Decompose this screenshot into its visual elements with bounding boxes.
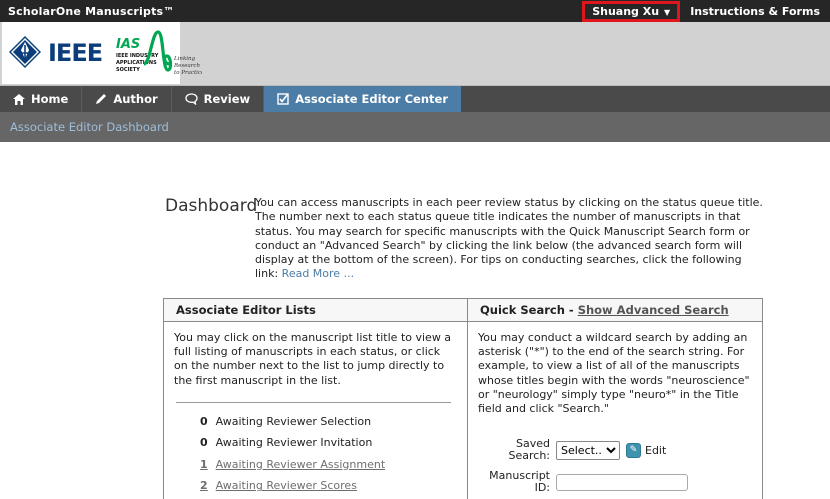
saved-search-label: Saved Search: bbox=[478, 438, 556, 463]
manuscript-id-row: Manuscript ID: bbox=[478, 470, 752, 495]
queue-awaiting-reviewer-invitation: 0 Awaiting Reviewer Invitation bbox=[200, 436, 457, 449]
tab-label: Author bbox=[113, 92, 157, 106]
queue-awaiting-reviewer-selection: 0 Awaiting Reviewer Selection bbox=[200, 415, 457, 428]
journal-logo: IEEE IAS IEEE INDUSTRY APPLICATIONS SOCI… bbox=[2, 22, 180, 84]
read-more-link[interactable]: Read More ... bbox=[282, 267, 354, 280]
svg-text:SOCIETY: SOCIETY bbox=[116, 67, 140, 73]
app-title: ScholarOne Manuscripts™ bbox=[8, 5, 175, 18]
tab-label: Associate Editor Center bbox=[295, 92, 448, 106]
lists-panel-description: You may click on the manuscript list tit… bbox=[174, 331, 457, 388]
edit-label: Edit bbox=[645, 444, 666, 457]
dashboard-intro-text: You can access manuscripts in each peer … bbox=[255, 196, 763, 282]
list-divider bbox=[176, 402, 451, 403]
quick-search-form: Saved Search: Select... ✎ Edit Manuscrip… bbox=[478, 438, 752, 499]
instructions-forms-link[interactable]: Instructions & Forms bbox=[690, 5, 822, 18]
top-bar-right: Shuang Xu ▼ Instructions & Forms bbox=[582, 1, 822, 22]
ias-logo: IAS IEEE INDUSTRY APPLICATIONS SOCIETY L… bbox=[114, 26, 202, 80]
quick-search-description: You may conduct a wildcard search by add… bbox=[478, 331, 752, 417]
queue-label: Awaiting Reviewer Selection bbox=[216, 415, 371, 428]
user-name: Shuang Xu bbox=[592, 5, 659, 18]
show-advanced-search-link[interactable]: Show Advanced Search bbox=[578, 303, 729, 317]
queue-count: 0 bbox=[200, 415, 208, 428]
ieee-logo-text: IEEE bbox=[48, 39, 102, 67]
tab-home[interactable]: Home bbox=[0, 86, 82, 112]
associate-editor-lists-panel: You may click on the manuscript list tit… bbox=[164, 321, 468, 499]
svg-text:APPLICATIONS: APPLICATIONS bbox=[116, 60, 157, 66]
saved-search-row: Saved Search: Select... ✎ Edit bbox=[478, 438, 752, 463]
queue-label[interactable]: Awaiting Reviewer Assignment bbox=[216, 458, 386, 471]
speech-bubble-icon bbox=[185, 93, 198, 105]
queue-label: Awaiting Reviewer Invitation bbox=[216, 436, 373, 449]
logo-bar: IEEE IAS IEEE INDUSTRY APPLICATIONS SOCI… bbox=[0, 22, 830, 86]
tab-review[interactable]: Review bbox=[172, 86, 265, 112]
queue-count[interactable]: 2 bbox=[200, 479, 208, 492]
home-icon bbox=[13, 94, 25, 105]
saved-search-select[interactable]: Select... bbox=[556, 441, 620, 460]
queue-count[interactable]: 1 bbox=[200, 458, 208, 471]
tab-author[interactable]: Author bbox=[82, 86, 171, 112]
tab-associate-editor-center[interactable]: Associate Editor Center bbox=[264, 86, 461, 112]
lists-panel-title: Associate Editor Lists bbox=[176, 303, 316, 317]
breadcrumb[interactable]: Associate Editor Dashboard bbox=[10, 120, 169, 134]
top-bar: ScholarOne Manuscripts™ Shuang Xu ▼ Inst… bbox=[0, 0, 830, 22]
edit-saved-search-button[interactable]: ✎ Edit bbox=[626, 443, 666, 458]
queue-count: 0 bbox=[200, 436, 208, 449]
queue-awaiting-reviewer-assignment[interactable]: 1 Awaiting Reviewer Assignment bbox=[200, 458, 457, 471]
edit-pencil-icon: ✎ bbox=[626, 443, 641, 458]
chevron-down-icon: ▼ bbox=[664, 8, 670, 17]
svg-text:IEEE INDUSTRY: IEEE INDUSTRY bbox=[116, 53, 159, 59]
quick-search-title: Quick Search - bbox=[480, 303, 574, 317]
svg-text:Linking: Linking bbox=[173, 56, 196, 62]
user-menu[interactable]: Shuang Xu ▼ bbox=[582, 1, 680, 22]
svg-text:IAS: IAS bbox=[116, 37, 140, 52]
queue-list: 0 Awaiting Reviewer Selection 0 Awaiting R… bbox=[200, 415, 457, 499]
panel-body-row: You may click on the manuscript list tit… bbox=[164, 321, 763, 499]
quick-search-panel: You may conduct a wildcard search by add… bbox=[468, 321, 763, 499]
manuscript-id-input[interactable] bbox=[556, 474, 688, 491]
tab-label: Review bbox=[204, 92, 251, 106]
page-title: Dashboard bbox=[165, 196, 255, 282]
checked-box-icon bbox=[277, 93, 289, 105]
tab-label: Home bbox=[31, 92, 68, 106]
pencil-icon bbox=[95, 93, 107, 105]
quick-search-header: Quick Search - Show Advanced Search bbox=[468, 298, 763, 321]
svg-text:Research: Research bbox=[173, 63, 200, 69]
ieee-diamond-icon bbox=[8, 35, 42, 72]
svg-text:to Practice: to Practice bbox=[174, 70, 202, 76]
dashboard-intro: Dashboard You can access manuscripts in … bbox=[165, 196, 830, 282]
queue-awaiting-reviewer-scores[interactable]: 2 Awaiting Reviewer Scores bbox=[200, 479, 457, 492]
breadcrumb-bar: Associate Editor Dashboard bbox=[0, 112, 830, 142]
panel-header-row: Associate Editor Lists Quick Search - Sh… bbox=[164, 298, 763, 321]
dashboard-panels: Associate Editor Lists Quick Search - Sh… bbox=[163, 298, 763, 499]
manuscript-id-label: Manuscript ID: bbox=[478, 470, 556, 495]
associate-editor-lists-header: Associate Editor Lists bbox=[164, 298, 468, 321]
queue-label[interactable]: Awaiting Reviewer Scores bbox=[216, 479, 357, 492]
main-nav: Home Author Review Associate Editor Cent… bbox=[0, 86, 830, 112]
